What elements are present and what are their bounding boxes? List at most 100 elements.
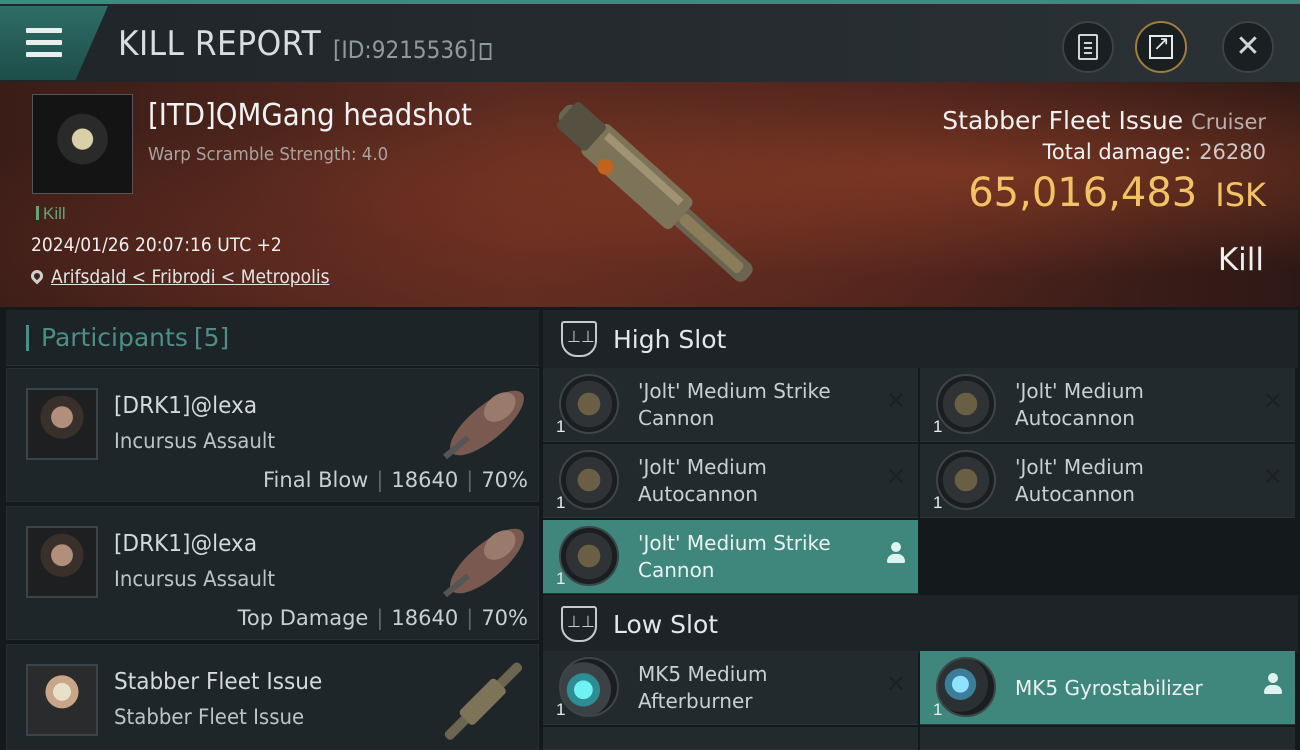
destroyed-icon: ✕ bbox=[1262, 464, 1283, 491]
destroyed-icon: ✕ bbox=[885, 464, 906, 491]
module-quantity: 1 bbox=[556, 569, 566, 588]
participant-stats: Top Damage | 18640 | 70% bbox=[237, 606, 528, 630]
destroyed-icon: ✕ bbox=[1262, 388, 1283, 415]
destroyed-icon: ✕ bbox=[885, 671, 906, 698]
participant-ship-render bbox=[443, 528, 524, 598]
kill-datetime: 2024/01/26 20:07:16 UTC +2 bbox=[31, 234, 282, 256]
isk-amount: 65,016,483 bbox=[968, 170, 1198, 216]
participant-percent: 70% bbox=[481, 606, 528, 630]
module-quantity: 1 bbox=[556, 493, 566, 512]
autocannon-icon bbox=[559, 526, 619, 586]
module-item-partial[interactable] bbox=[543, 727, 918, 750]
low-slot-icon bbox=[561, 606, 597, 642]
participant-card[interactable]: [DRK1]@lexa Incursus Assault Top Damage |… bbox=[6, 506, 539, 640]
kill-result: Kill bbox=[1217, 242, 1264, 278]
module-item[interactable]: 1 MK5 Medium Afterburner ✕ bbox=[543, 651, 918, 725]
module-name: 'Jolt' Medium Autocannon bbox=[1015, 379, 1144, 430]
autocannon-icon bbox=[559, 450, 619, 510]
autocannon-icon bbox=[559, 374, 619, 434]
participant-role: Top Damage bbox=[237, 606, 369, 630]
participants-label: Participants bbox=[41, 323, 188, 352]
close-icon: ✕ bbox=[1235, 30, 1261, 63]
module-item[interactable]: 1 'Jolt' Medium Autocannon ✕ bbox=[920, 368, 1295, 442]
module-name: MK5 Medium Afterburner bbox=[638, 662, 768, 713]
module-name: 'Jolt' Medium Strike Cannon bbox=[638, 379, 831, 430]
module-name: MK5 Gyrostabilizer bbox=[1015, 676, 1203, 700]
participants-header[interactable]: Participants [5] bbox=[6, 310, 539, 366]
dropped-pilot-icon bbox=[1263, 673, 1283, 697]
location-pin-icon bbox=[28, 267, 46, 285]
module-item[interactable]: 1 MK5 Gyrostabilizer bbox=[920, 651, 1295, 725]
page-title: KILL REPORT bbox=[118, 24, 322, 64]
victim-ship[interactable]: Stabber Fleet Issue Cruiser bbox=[942, 106, 1266, 135]
fitting-panel: High Slot 1 'Jolt' Medium StrikeCannon ✕… bbox=[543, 310, 1300, 750]
participant-ship: Stabber Fleet Issue bbox=[114, 705, 305, 729]
module-quantity: 1 bbox=[933, 493, 943, 512]
participant-ship-render bbox=[444, 662, 523, 740]
dropped-pilot-icon bbox=[886, 542, 906, 566]
victim-detail: Warp Scramble Strength: 4.0 bbox=[148, 144, 389, 165]
location-link[interactable]: Arifsdald < Fribrodi < Metropolis bbox=[51, 266, 330, 288]
participant-damage: 18640 bbox=[391, 468, 459, 492]
participant-damage: 18640 bbox=[391, 606, 459, 630]
module-quantity: 1 bbox=[933, 700, 943, 719]
total-damage-value: 26280 bbox=[1199, 140, 1266, 164]
module-item-partial[interactable] bbox=[920, 727, 1295, 750]
victim-ship-name: Stabber Fleet Issue bbox=[942, 106, 1184, 135]
isk-unit: ISK bbox=[1215, 176, 1266, 214]
module-quantity: 1 bbox=[556, 700, 566, 719]
participant-name: [DRK1]@lexa bbox=[114, 393, 258, 419]
close-button[interactable]: ✕ bbox=[1222, 21, 1274, 73]
participant-name: Stabber Fleet Issue bbox=[114, 669, 323, 695]
hamburger-menu-icon bbox=[26, 28, 62, 58]
participant-role: Final Blow bbox=[263, 468, 369, 492]
module-name: 'Jolt' Medium Strike Cannon bbox=[638, 531, 831, 582]
participant-avatar bbox=[26, 526, 98, 598]
participant-card[interactable]: Stabber Fleet Issue Stabber Fleet Issue bbox=[6, 644, 539, 750]
isk-value: 65,016,483 ISK bbox=[968, 170, 1266, 216]
total-damage: Total damage: 26280 bbox=[1043, 140, 1266, 164]
title-bar: KILL REPORT [ID:9215536] ✕ bbox=[0, 0, 1300, 82]
export-icon bbox=[1149, 31, 1173, 59]
kill-location[interactable]: Arifsdald < Fribrodi < Metropolis bbox=[28, 266, 360, 288]
participant-percent: 70% bbox=[481, 468, 528, 492]
low-slot-label: Low Slot bbox=[613, 609, 719, 639]
low-slot-header: Low Slot bbox=[543, 595, 1298, 653]
autocannon-icon bbox=[936, 450, 996, 510]
participants-panel: Participants [5] [DRK1]@lexa Incursus As… bbox=[6, 310, 539, 750]
high-slot-icon bbox=[561, 321, 597, 357]
participants-count: [5] bbox=[193, 323, 230, 352]
copy-id-icon[interactable] bbox=[479, 43, 492, 60]
report-id-text: [ID:9215536] bbox=[333, 36, 477, 64]
share-button[interactable] bbox=[1135, 21, 1187, 73]
victim-portrait[interactable] bbox=[32, 94, 133, 194]
participant-ship-render bbox=[443, 390, 524, 460]
participant-ship: Incursus Assault bbox=[114, 429, 276, 453]
participant-avatar bbox=[26, 388, 98, 460]
total-damage-label: Total damage: bbox=[1042, 140, 1192, 164]
participant-stats: Final Blow | 18640 | 70% bbox=[263, 468, 528, 492]
autocannon-icon bbox=[936, 374, 996, 434]
destroyed-icon: ✕ bbox=[885, 388, 906, 415]
afterburner-icon bbox=[559, 657, 619, 717]
module-item[interactable]: 1 'Jolt' Medium Autocannon ✕ bbox=[920, 444, 1295, 518]
module-quantity: 1 bbox=[933, 417, 943, 436]
module-quantity: 1 bbox=[556, 417, 566, 436]
menu-button[interactable] bbox=[0, 6, 108, 80]
participant-card[interactable]: [DRK1]@lexa Incursus Assault Final Blow |… bbox=[6, 368, 539, 502]
module-item[interactable]: 1 'Jolt' Medium Autocannon ✕ bbox=[543, 444, 918, 518]
victim-pilot-name[interactable]: [ITD]QMGang headshot bbox=[148, 98, 472, 133]
module-item[interactable]: 1 'Jolt' Medium Strike Cannon bbox=[543, 520, 918, 594]
victim-ship-render bbox=[556, 101, 753, 282]
gyrostabilizer-icon bbox=[936, 657, 996, 717]
clipboard-button[interactable] bbox=[1062, 21, 1114, 73]
module-item[interactable]: 1 'Jolt' Medium Strike Cannon ✕ bbox=[543, 368, 918, 442]
participant-avatar bbox=[26, 664, 98, 736]
victim-banner: [ITD]QMGang headshot Warp Scramble Stren… bbox=[0, 82, 1300, 307]
victim-ship-class: Cruiser bbox=[1191, 110, 1266, 134]
high-slot-label: High Slot bbox=[613, 324, 727, 354]
kill-tag: Kill bbox=[36, 204, 66, 224]
participant-name: [DRK1]@lexa bbox=[114, 531, 258, 557]
report-id: [ID:9215536] bbox=[333, 36, 492, 64]
module-name: 'Jolt' Medium Autocannon bbox=[638, 455, 767, 506]
